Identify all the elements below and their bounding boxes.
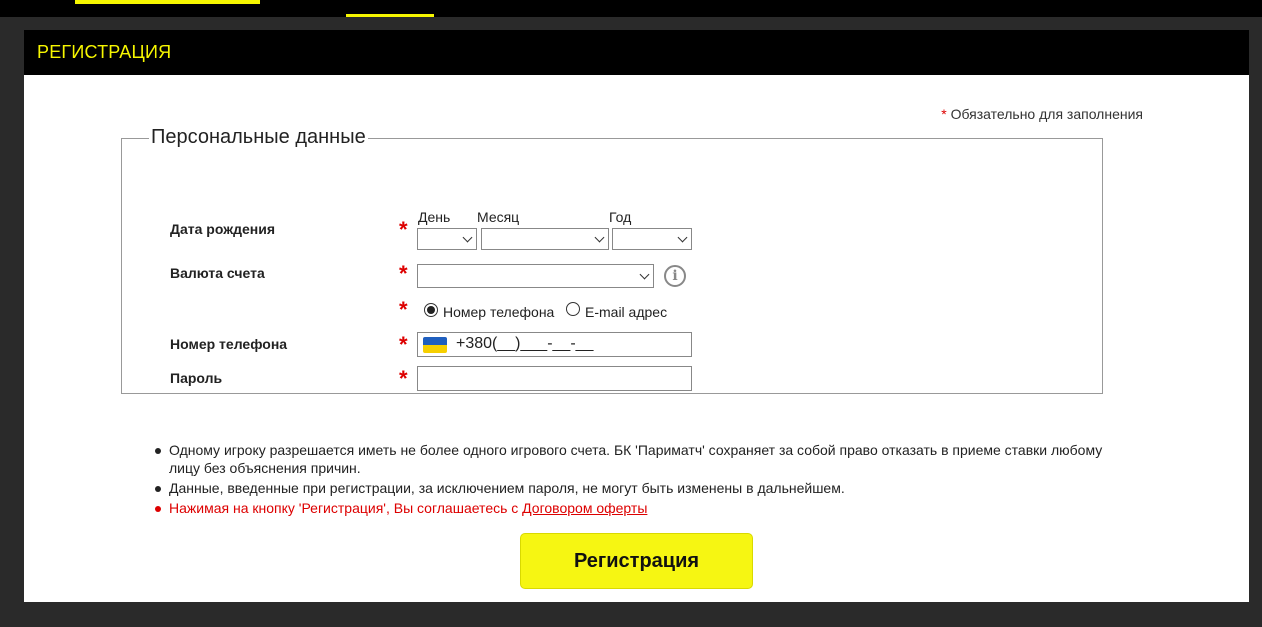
birthdate-required-star: * (399, 217, 408, 242)
day-label: День (418, 209, 451, 225)
year-select[interactable] (612, 228, 692, 250)
phone-mask-value: +380(__)___-__-__ (456, 335, 594, 352)
chevron-down-icon (462, 232, 473, 243)
required-note: * Обязательно для заполнения (941, 106, 1143, 122)
panel-header: РЕГИСТРАЦИЯ (24, 30, 1249, 75)
offer-agreement-link[interactable]: Договором оферты (522, 500, 647, 516)
ukraine-flag-icon[interactable] (423, 337, 447, 353)
page-title: РЕГИСТРАЦИЯ (37, 42, 172, 62)
email-radio-label[interactable]: E-mail адрес (585, 304, 667, 320)
day-select[interactable] (417, 228, 477, 250)
month-select[interactable] (481, 228, 609, 250)
password-label: Пароль (170, 370, 223, 386)
active-nav-indicator (346, 14, 434, 17)
note-item-agreement: Нажимая на кнопку 'Регистрация', Вы согл… (155, 499, 1119, 517)
month-label: Месяц (477, 209, 520, 225)
phone-required-star: * (399, 332, 408, 357)
currency-select[interactable] (417, 264, 654, 288)
phone-radio[interactable] (424, 303, 438, 317)
phone-input[interactable]: +380(__)___-__-__ (417, 332, 692, 357)
note-item: Данные, введенные при регистрации, за ис… (155, 479, 1119, 497)
chevron-down-icon (677, 232, 688, 243)
contact-type-required-star: * (399, 297, 408, 322)
top-navigation-bar (0, 0, 1262, 17)
chevron-down-icon (639, 269, 650, 280)
required-note-text: Обязательно для заполнения (946, 106, 1143, 122)
password-required-star: * (399, 366, 408, 391)
site-logo[interactable] (75, 0, 260, 4)
agreement-text: Нажимая на кнопку 'Регистрация', Вы согл… (169, 500, 523, 516)
register-button[interactable]: Регистрация (520, 533, 753, 589)
phone-label: Номер телефона (170, 336, 288, 352)
note-item: Одному игроку разрешается иметь не более… (155, 441, 1119, 477)
chevron-down-icon (594, 232, 605, 243)
fieldset-legend: Персональные данные (149, 126, 368, 149)
birthdate-label: Дата рождения (170, 221, 276, 237)
phone-radio-label[interactable]: Номер телефона (443, 304, 554, 320)
year-label: Год (609, 209, 632, 225)
currency-label: Валюта счета (170, 265, 265, 281)
info-icon[interactable]: i (664, 265, 686, 287)
currency-required-star: * (399, 261, 408, 286)
password-input[interactable] (417, 366, 692, 391)
registration-notes: Одному игроку разрешается иметь не более… (155, 441, 1119, 519)
email-radio[interactable] (566, 302, 580, 316)
